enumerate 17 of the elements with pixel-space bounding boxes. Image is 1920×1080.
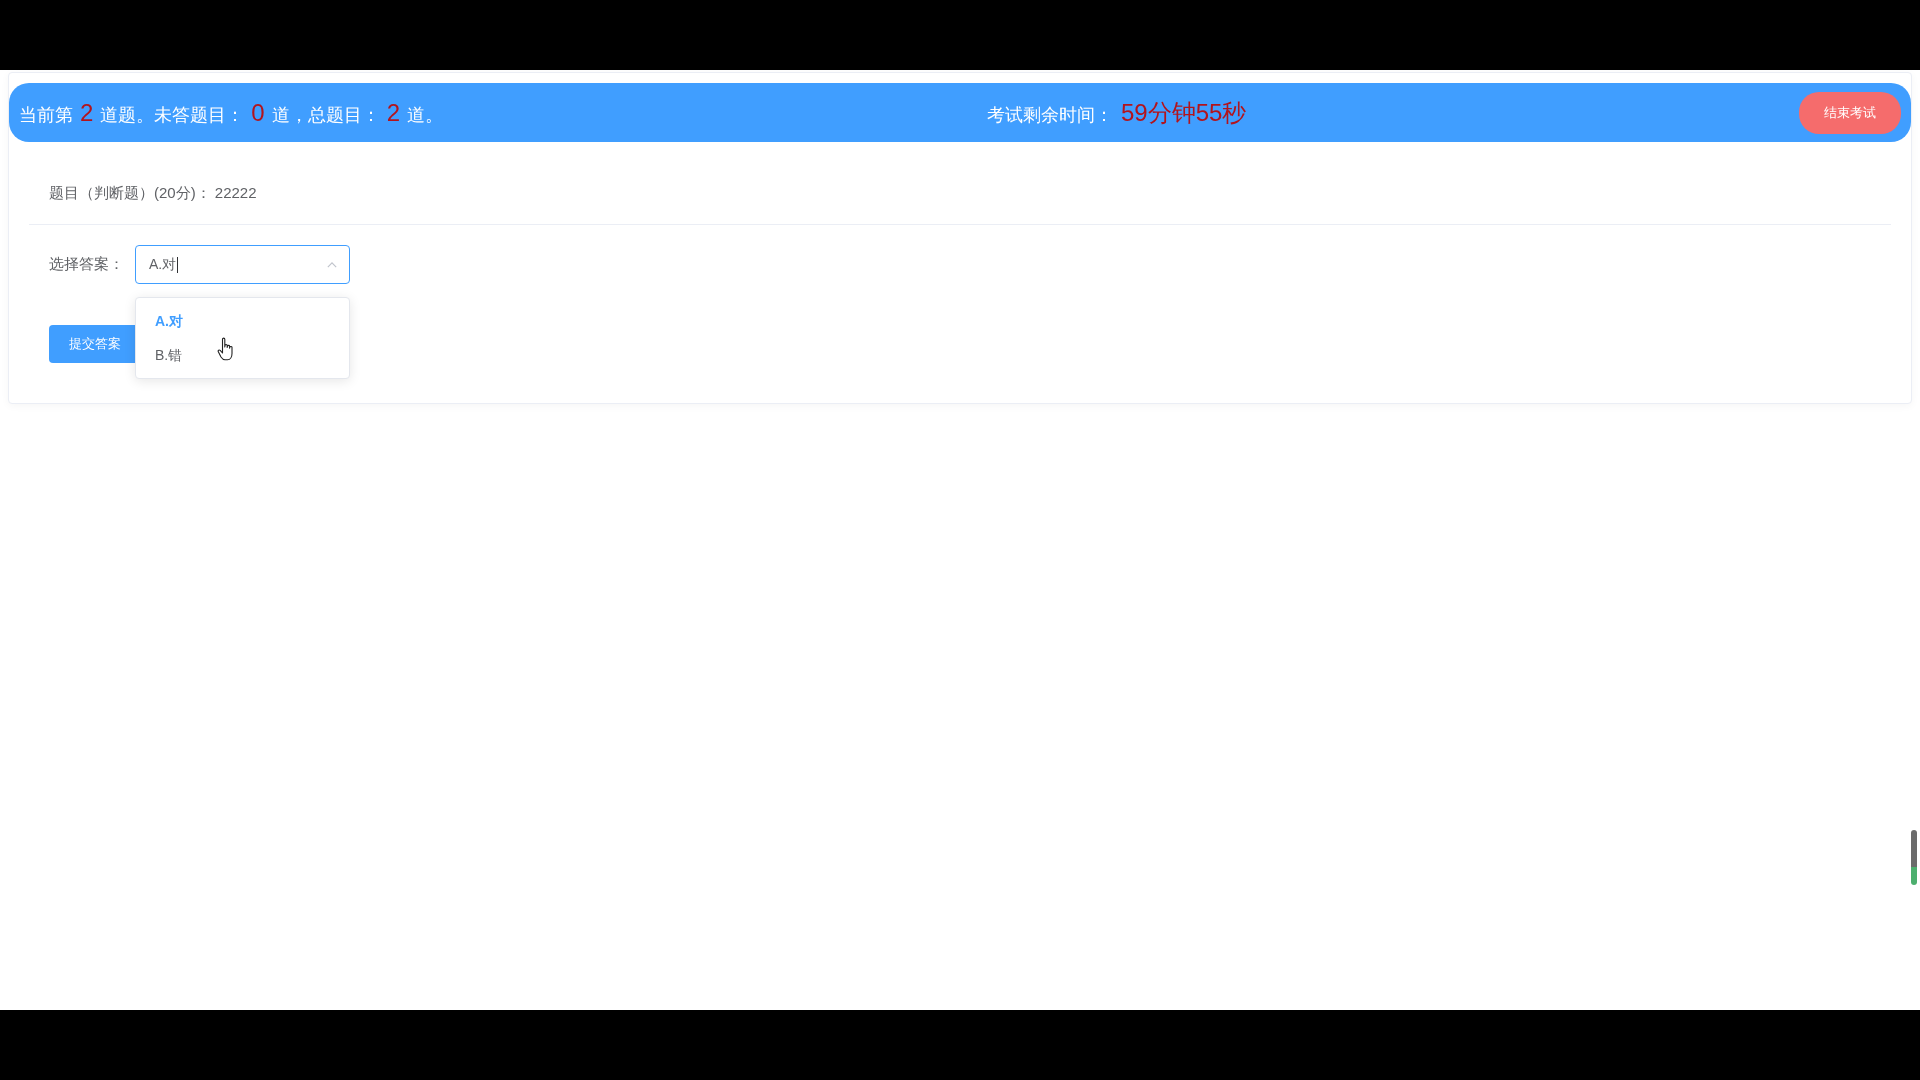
progress-text: 道，总题目： [271, 103, 380, 127]
count-number: 0 [251, 98, 265, 127]
scrollbar-thumb[interactable] [1911, 830, 1917, 885]
progress-text: 道。 [407, 103, 444, 127]
question-text: 题目（判断题）(20分)： 22222 [49, 184, 257, 201]
text-cursor-icon [177, 256, 179, 273]
progress-text: 道题。未答题目： [100, 103, 245, 127]
remaining-time: 59分钟55秒 [1121, 97, 1247, 128]
answer-select[interactable]: A.对 [135, 245, 350, 284]
timer-label: 考试剩余时间： [987, 103, 1113, 127]
end-exam-button[interactable]: 结束考试 [1799, 91, 1901, 134]
hand-pointer-icon [217, 337, 235, 361]
progress-text: 当前第 [19, 103, 73, 127]
count-number: 2 [80, 98, 94, 127]
chevron-up-icon[interactable] [327, 261, 337, 268]
count-number: 2 [386, 98, 401, 127]
answer-label: 选择答案： [49, 255, 125, 274]
